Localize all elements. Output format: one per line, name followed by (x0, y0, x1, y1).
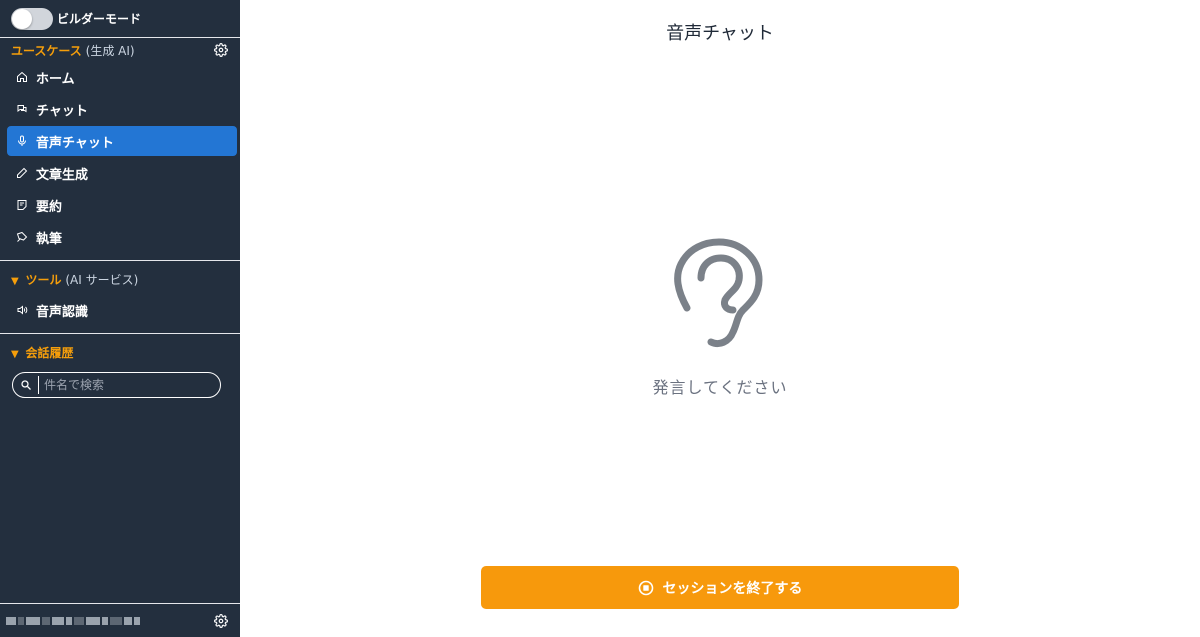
end-session-button[interactable]: セッションを終了する (481, 566, 959, 609)
tools-subtitle: (AI サービス) (65, 272, 139, 287)
account-name-redacted[interactable] (6, 615, 140, 627)
nav-item-speech-recognition[interactable]: 音声認識 (7, 295, 237, 325)
nav-item-label: 音声認識 (36, 304, 89, 320)
usecases-subtitle: (生成 AI) (85, 43, 135, 58)
sidebar-footer (0, 603, 240, 637)
pen-nib-icon (16, 231, 28, 243)
history-search-box (12, 372, 221, 398)
caret-down-icon: ▼ (11, 275, 19, 287)
nav-item-home[interactable]: ホーム (7, 62, 237, 92)
search-icon (21, 380, 31, 390)
speaker-icon (16, 304, 28, 316)
search-separator (38, 376, 39, 394)
speak-prompt: 発言してください (652, 378, 788, 397)
nav-item-label: チャット (36, 103, 88, 119)
nav-item-writing[interactable]: 執筆 (7, 222, 237, 252)
builder-mode-toggle[interactable] (11, 7, 53, 30)
nav-item-label: 音声チャット (36, 135, 114, 151)
end-session-label: セッションを終了する (662, 580, 803, 597)
pencil-icon (16, 167, 28, 179)
page-title: 音声チャット (666, 23, 774, 44)
nav-item-chat[interactable]: チャット (7, 94, 237, 124)
caret-down-icon: ▼ (11, 348, 19, 360)
builder-mode-row: ビルダーモード (0, 0, 240, 38)
app: ビルダーモード ユースケース (生成 AI) ホーム チャット 音声チャット 文… (0, 0, 1200, 637)
history-header[interactable]: ▼ 会話履歴 (0, 340, 240, 364)
nav-item-label: 文章生成 (36, 167, 89, 183)
nav-item-voice-chat[interactable]: 音声チャット (7, 126, 237, 156)
nav-item-label: 要約 (36, 199, 63, 215)
tools-nav: 音声認識 (0, 295, 240, 325)
nav-item-label: ホーム (36, 71, 75, 87)
nav-item-label: 執筆 (36, 231, 63, 247)
usecase-nav: ホーム チャット 音声チャット 文章生成 要約 執筆 (0, 62, 240, 252)
toggle-knob (12, 8, 32, 29)
chat-icon (16, 103, 28, 115)
builder-mode-label: ビルダーモード (57, 12, 142, 26)
nav-item-text-generation[interactable]: 文章生成 (7, 158, 237, 188)
divider (0, 333, 240, 334)
account-settings-gear-icon[interactable] (214, 613, 228, 628)
sidebar: ビルダーモード ユースケース (生成 AI) ホーム チャット 音声チャット 文… (0, 0, 240, 637)
usecases-title: ユースケース (11, 43, 82, 58)
nav-item-summary[interactable]: 要約 (7, 190, 237, 220)
tools-header[interactable]: ▼ ツール (AI サービス) (0, 267, 240, 291)
ear-icon (674, 238, 763, 348)
home-icon (16, 71, 28, 83)
summary-icon (16, 199, 28, 211)
main-content: 音声チャット 発言してください セッションを終了する (240, 0, 1200, 637)
history-title: 会話履歴 (25, 345, 74, 360)
history-search-input[interactable] (44, 378, 204, 392)
usecases-header: ユースケース (生成 AI) (0, 38, 240, 62)
divider (0, 260, 240, 261)
stop-circle-icon (638, 580, 653, 595)
microphone-icon (16, 135, 28, 147)
tools-title: ツール (25, 272, 62, 287)
usecases-settings-gear-icon[interactable] (214, 43, 228, 57)
